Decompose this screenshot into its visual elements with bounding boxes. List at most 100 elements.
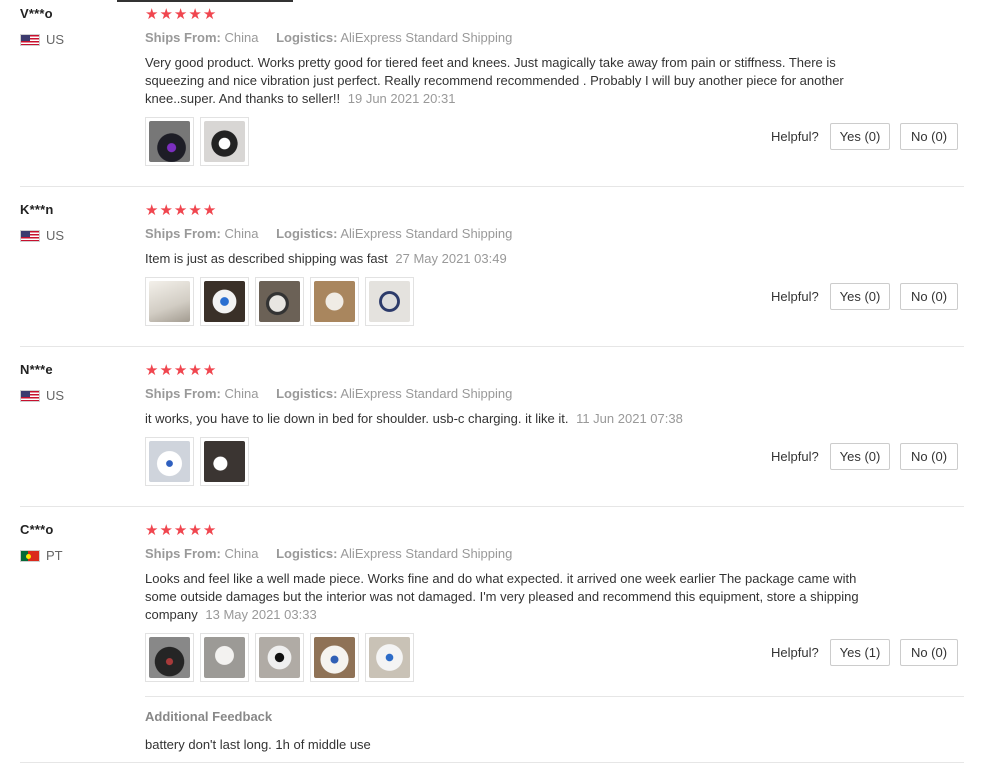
additional-feedback-title: Additional Feedback — [145, 709, 273, 724]
review-photo-thumbnail[interactable] — [310, 277, 359, 326]
review-date: 13 May 2021 03:33 — [205, 607, 317, 622]
logistics-label: Logistics: — [276, 546, 338, 561]
country-code: PT — [46, 548, 63, 563]
logistics-label: Logistics: — [276, 226, 338, 241]
reviewer-country: US — [20, 228, 64, 243]
reviewer-country: US — [20, 388, 64, 403]
star-icon: ★ — [159, 202, 173, 219]
tab-strip — [0, 0, 986, 2]
helpful-vote: Helpful? Yes (0) No (0) — [771, 123, 958, 150]
logistics-value: AliExpress Standard Shipping — [340, 226, 513, 241]
review-photo-thumbnail[interactable] — [200, 633, 249, 682]
country-code: US — [46, 388, 65, 403]
review-photo-thumbnail[interactable] — [145, 633, 194, 682]
star-icon: ★ — [173, 6, 188, 23]
review-photo-thumbnail[interactable] — [365, 633, 414, 682]
helpful-no-button[interactable]: No (0) — [900, 123, 958, 150]
ships-from-value: China — [224, 30, 259, 45]
helpful-yes-button[interactable]: Yes (1) — [830, 639, 890, 666]
review-photo-thumbnail[interactable] — [200, 117, 249, 166]
star-icon: ★ — [159, 6, 173, 23]
shipping-info: Ships From: China Logistics: AliExpress … — [145, 546, 512, 561]
review-text: Looks and feel like a well made piece. W… — [145, 570, 870, 624]
ships-from-label: Ships From: — [145, 386, 221, 401]
shipping-info: Ships From: China Logistics: AliExpress … — [145, 386, 512, 401]
star-icon: ★ — [188, 362, 202, 379]
helpful-label: Helpful? — [771, 129, 819, 144]
star-icon: ★ — [188, 202, 202, 219]
star-icon: ★ — [145, 522, 159, 539]
helpful-no-button[interactable]: No (0) — [900, 443, 958, 470]
us-flag-icon — [20, 229, 40, 242]
review-divider — [20, 762, 964, 763]
shipping-info: Ships From: China Logistics: AliExpress … — [145, 226, 512, 241]
star-icon: ★ — [173, 362, 188, 379]
ships-from-label: Ships From: — [145, 546, 221, 561]
star-icon: ★ — [145, 202, 159, 219]
review-photos — [145, 633, 414, 682]
review-photo-thumbnail[interactable] — [255, 633, 304, 682]
ships-from-label: Ships From: — [145, 226, 221, 241]
review-body: Item is just as described shipping was f… — [145, 251, 388, 266]
star-icon: ★ — [202, 202, 217, 219]
country-code: US — [46, 32, 65, 47]
review-date: 27 May 2021 03:49 — [395, 251, 507, 266]
ships-from-value: China — [224, 546, 259, 561]
review-photo-thumbnail[interactable] — [145, 117, 194, 166]
country-code: US — [46, 228, 65, 243]
active-tab-indicator — [117, 0, 293, 2]
helpful-vote: Helpful? Yes (1) No (0) — [771, 639, 958, 666]
shipping-info: Ships From: China Logistics: AliExpress … — [145, 30, 512, 45]
helpful-label: Helpful? — [771, 289, 819, 304]
ships-from-value: China — [224, 386, 259, 401]
star-icon: ★ — [188, 6, 202, 23]
reviewer-name: K***n — [20, 202, 54, 217]
star-icon: ★ — [202, 522, 217, 539]
review-text: Item is just as described shipping was f… — [145, 250, 870, 268]
helpful-label: Helpful? — [771, 645, 819, 660]
review-photo-thumbnail[interactable] — [145, 437, 194, 486]
review-photos — [145, 437, 249, 486]
helpful-no-button[interactable]: No (0) — [900, 639, 958, 666]
star-rating: ★ ★ ★ ★ ★ — [145, 523, 216, 538]
review-photo-thumbnail[interactable] — [310, 633, 359, 682]
ships-from-label: Ships From: — [145, 30, 221, 45]
review-divider — [20, 346, 964, 347]
star-icon: ★ — [159, 522, 173, 539]
logistics-label: Logistics: — [276, 30, 338, 45]
additional-feedback-text: battery don't last long. 1h of middle us… — [145, 737, 371, 752]
logistics-value: AliExpress Standard Shipping — [340, 30, 513, 45]
reviewer-name: C***o — [20, 522, 54, 537]
star-icon: ★ — [173, 202, 188, 219]
reviewer-name: V***o — [20, 6, 53, 21]
review-body: Very good product. Works pretty good for… — [145, 55, 844, 106]
us-flag-icon — [20, 33, 40, 46]
review-photo-thumbnail[interactable] — [200, 437, 249, 486]
star-rating: ★ ★ ★ ★ ★ — [145, 7, 216, 22]
review-photo-thumbnail[interactable] — [200, 277, 249, 326]
us-flag-icon — [20, 389, 40, 402]
star-icon: ★ — [145, 362, 159, 379]
review-body: it works, you have to lie down in bed fo… — [145, 411, 569, 426]
star-icon: ★ — [202, 362, 217, 379]
review-photo-thumbnail[interactable] — [145, 277, 194, 326]
review-date: 11 Jun 2021 07:38 — [576, 411, 683, 426]
review-photo-thumbnail[interactable] — [365, 277, 414, 326]
additional-feedback-divider — [145, 696, 964, 697]
review-photo-thumbnail[interactable] — [255, 277, 304, 326]
helpful-vote: Helpful? Yes (0) No (0) — [771, 443, 958, 470]
helpful-vote: Helpful? Yes (0) No (0) — [771, 283, 958, 310]
review-divider — [20, 506, 964, 507]
helpful-yes-button[interactable]: Yes (0) — [830, 283, 890, 310]
review-date: 19 Jun 2021 20:31 — [347, 91, 456, 106]
star-rating: ★ ★ ★ ★ ★ — [145, 203, 216, 218]
logistics-value: AliExpress Standard Shipping — [340, 546, 513, 561]
star-icon: ★ — [159, 362, 173, 379]
helpful-no-button[interactable]: No (0) — [900, 283, 958, 310]
helpful-yes-button[interactable]: Yes (0) — [830, 123, 890, 150]
logistics-value: AliExpress Standard Shipping — [340, 386, 513, 401]
logistics-label: Logistics: — [276, 386, 338, 401]
reviewer-country: US — [20, 32, 64, 47]
pt-flag-icon — [20, 549, 40, 562]
helpful-yes-button[interactable]: Yes (0) — [830, 443, 890, 470]
